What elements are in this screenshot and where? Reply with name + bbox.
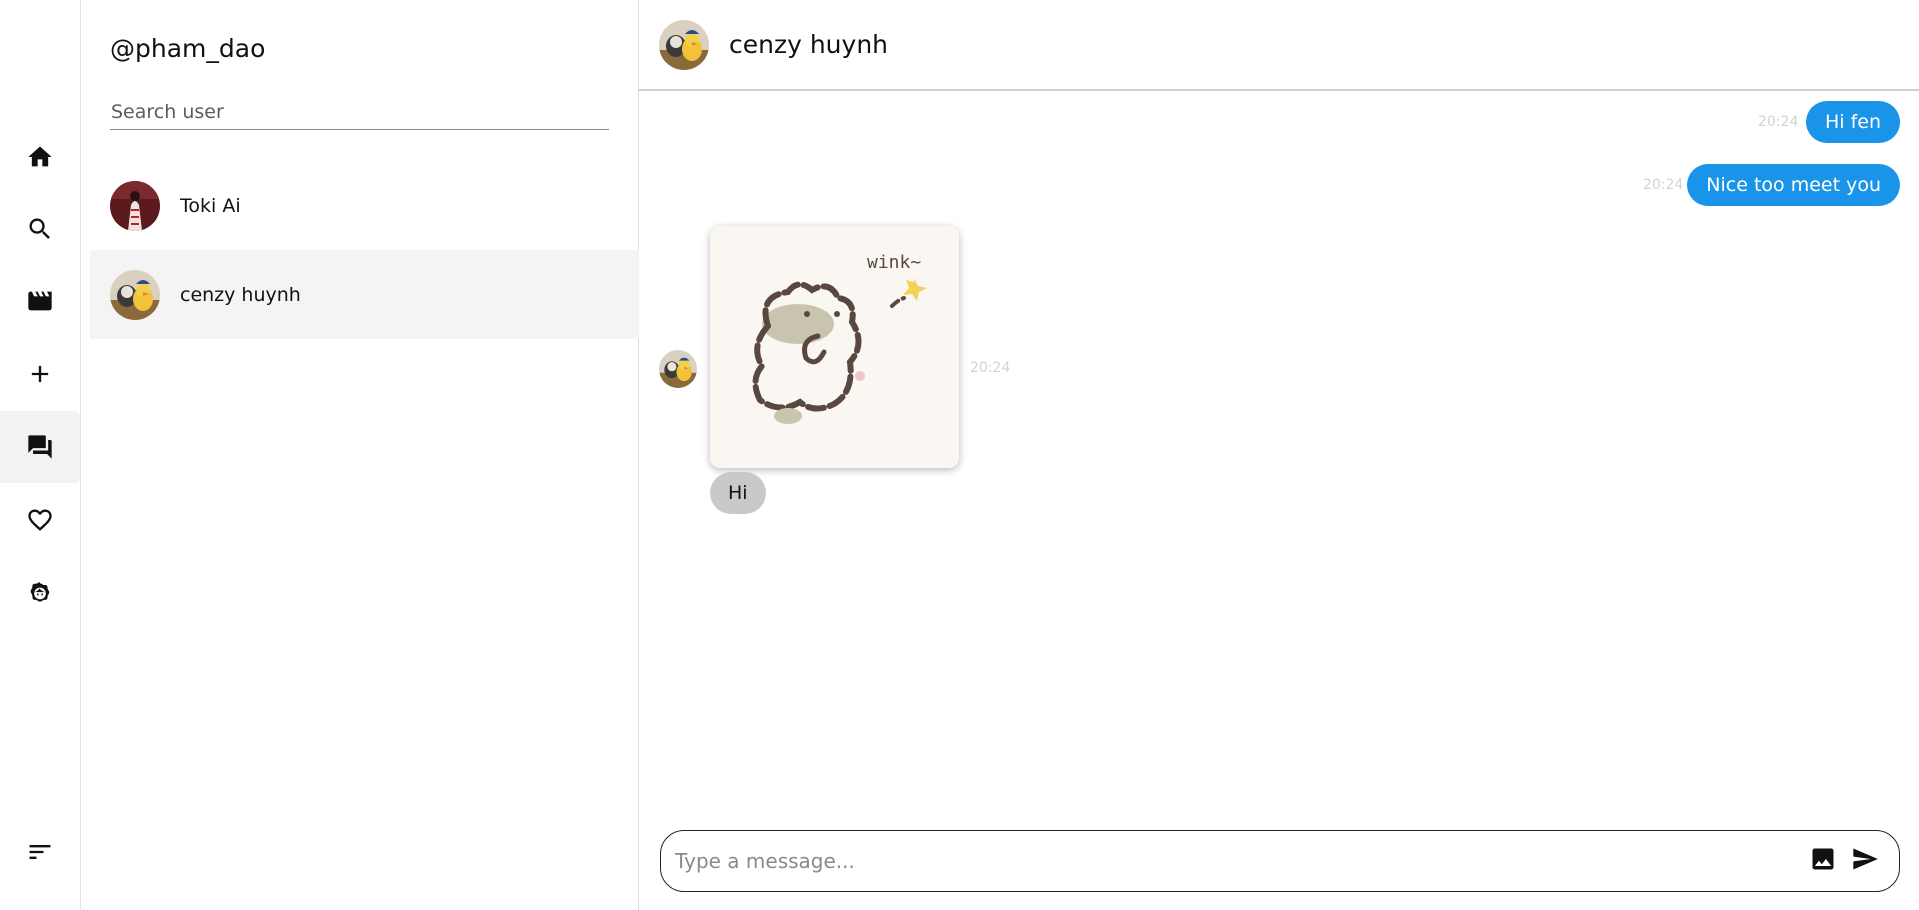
nav-rail (0, 0, 81, 910)
image-icon (1809, 845, 1837, 877)
app-root: @pham_dao Toki Ai (0, 0, 1919, 910)
heart-icon (26, 506, 54, 534)
nav-search[interactable] (0, 193, 80, 265)
search-user-input[interactable] (110, 94, 609, 130)
conversation-item-toki-ai[interactable]: Toki Ai (90, 161, 639, 250)
send-icon (1851, 845, 1879, 877)
avatar-toki-ai (110, 180, 160, 231)
nav-create[interactable] (0, 338, 80, 410)
account-username: @pham_dao (110, 34, 266, 63)
sticker-image: wink~ (710, 226, 959, 468)
search-icon (26, 215, 54, 243)
message-composer (660, 830, 1900, 892)
nav-reels[interactable] (0, 265, 80, 337)
message-time: 20:24 (1758, 114, 1799, 130)
conversation-item-cenzy-huynh[interactable]: cenzy huynh (90, 250, 639, 339)
message-input[interactable] (675, 849, 1801, 873)
message-time: 20:24 (970, 360, 1011, 376)
nav-messages[interactable] (0, 411, 80, 483)
chat-header-avatar[interactable] (659, 19, 709, 70)
conversation-name: cenzy huynh (180, 283, 301, 306)
nav-profile[interactable] (0, 557, 80, 629)
nav-more-menu[interactable] (0, 816, 80, 888)
chat-panel: cenzy huynh 20:24 Hi fen 20:24 Nice too … (639, 0, 1919, 910)
message-sender-avatar (659, 350, 697, 388)
nav-home[interactable] (0, 121, 80, 193)
create-icon (26, 360, 54, 388)
chat-header: cenzy huynh (639, 0, 1919, 91)
conversation-name: Toki Ai (180, 194, 241, 217)
profile-icon (26, 579, 54, 607)
attach-image-button[interactable] (1803, 841, 1843, 881)
message-bubble-outgoing[interactable]: Nice too meet you (1687, 164, 1900, 206)
avatar-cenzy-huynh (110, 269, 160, 320)
nav-notifications[interactable] (0, 484, 80, 556)
message-bubble-incoming[interactable]: Hi (710, 472, 766, 514)
conversation-panel: @pham_dao Toki Ai (81, 0, 639, 910)
message-bubble-outgoing[interactable]: Hi fen (1805, 101, 1900, 143)
home-icon (26, 143, 54, 171)
message-sticker[interactable]: wink~ (710, 226, 959, 468)
reels-icon (26, 287, 54, 315)
sticker-caption: wink~ (867, 252, 921, 273)
send-button[interactable] (1845, 841, 1885, 881)
messages-icon (26, 433, 54, 461)
chat-partner-name[interactable]: cenzy huynh (729, 30, 888, 59)
menu-icon (26, 838, 54, 866)
message-time: 20:24 (1643, 177, 1684, 193)
